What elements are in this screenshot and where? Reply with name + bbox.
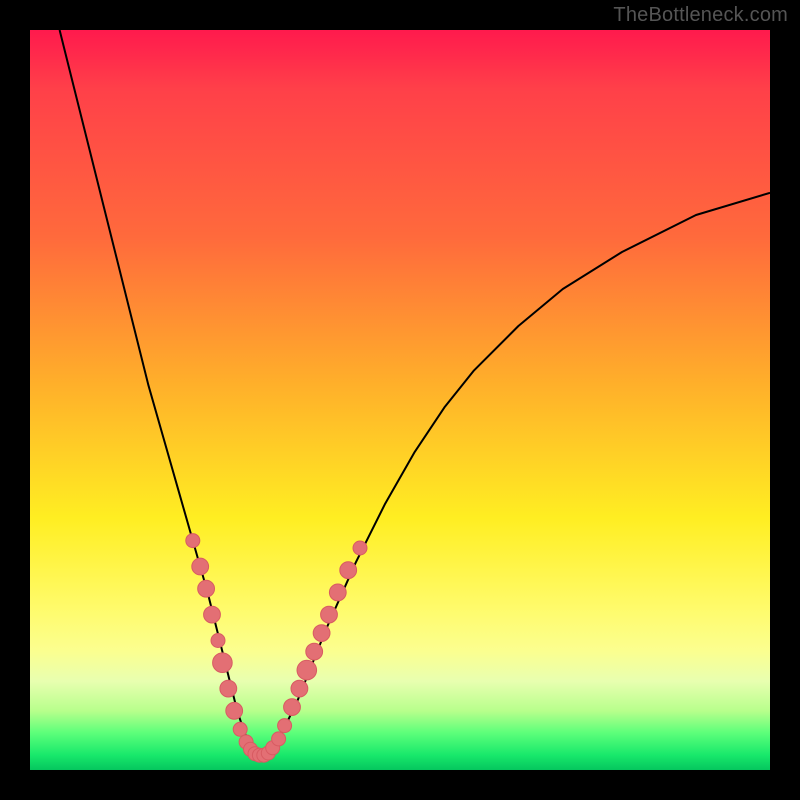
curve-marker xyxy=(353,541,367,555)
plot-area xyxy=(30,30,770,770)
curve-markers xyxy=(186,534,367,763)
curve-marker xyxy=(204,606,221,623)
curve-marker xyxy=(186,534,200,548)
outer-frame: TheBottleneck.com xyxy=(0,0,800,800)
curve-layer xyxy=(30,30,770,770)
curve-marker xyxy=(313,625,330,642)
curve-marker xyxy=(233,722,247,736)
bottleneck-curve xyxy=(60,30,770,755)
curve-marker xyxy=(226,702,243,719)
curve-marker xyxy=(213,653,233,673)
curve-marker xyxy=(340,562,357,579)
curve-marker xyxy=(284,699,301,716)
curve-marker xyxy=(198,580,215,597)
curve-marker xyxy=(291,680,308,697)
curve-marker xyxy=(272,732,286,746)
curve-marker xyxy=(192,558,209,575)
curve-marker xyxy=(329,584,346,601)
curve-marker xyxy=(220,680,237,697)
curve-marker xyxy=(211,634,225,648)
curve-marker xyxy=(321,606,338,623)
curve-marker xyxy=(306,643,323,660)
curve-marker xyxy=(278,719,292,733)
watermark-text: TheBottleneck.com xyxy=(613,4,788,27)
curve-marker xyxy=(297,660,317,680)
